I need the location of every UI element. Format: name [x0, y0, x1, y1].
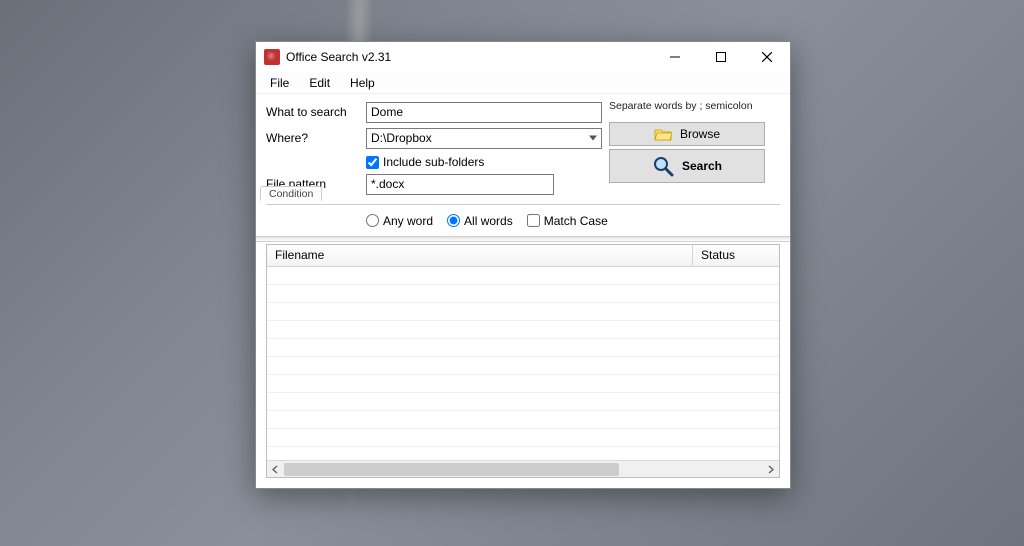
minimize-icon — [670, 52, 680, 62]
what-to-search-label: What to search — [266, 105, 366, 119]
browse-button[interactable]: Browse — [609, 122, 765, 146]
include-subfolders-checkbox[interactable] — [366, 156, 379, 169]
window-controls — [652, 42, 790, 72]
chevron-right-icon — [767, 465, 774, 474]
menu-file[interactable]: File — [260, 74, 299, 92]
include-subfolders-label: Include sub-folders — [383, 155, 484, 169]
menu-bar: File Edit Help — [256, 72, 790, 94]
what-to-search-input[interactable] — [366, 102, 602, 123]
table-row — [267, 411, 779, 429]
table-row — [267, 285, 779, 303]
all-words-wrap[interactable]: All words — [447, 214, 513, 228]
search-icon — [652, 155, 674, 177]
maximize-button[interactable] — [698, 42, 744, 72]
title-bar[interactable]: Office Search v2.31 — [256, 42, 790, 72]
app-icon — [264, 49, 280, 65]
search-label: Search — [682, 159, 722, 173]
table-row — [267, 339, 779, 357]
menu-help[interactable]: Help — [340, 74, 385, 92]
scroll-right-button[interactable] — [762, 462, 779, 477]
column-filename[interactable]: Filename — [267, 245, 693, 266]
maximize-icon — [716, 52, 726, 62]
table-row — [267, 375, 779, 393]
horizontal-scrollbar[interactable] — [267, 460, 779, 477]
table-row — [267, 429, 779, 447]
any-word-wrap[interactable]: Any word — [366, 214, 433, 228]
condition-tab[interactable]: Condition — [260, 186, 322, 201]
close-icon — [762, 52, 772, 62]
match-case-checkbox[interactable] — [527, 214, 540, 227]
include-subfolders-wrap[interactable]: Include sub-folders — [366, 155, 484, 169]
results-body[interactable] — [267, 267, 779, 460]
file-pattern-input[interactable] — [366, 174, 554, 195]
scroll-track[interactable] — [284, 462, 762, 477]
table-row — [267, 321, 779, 339]
search-button[interactable]: Search — [609, 149, 765, 183]
app-window: Office Search v2.31 File Edit Help Separ… — [255, 41, 791, 489]
minimize-button[interactable] — [652, 42, 698, 72]
all-words-radio[interactable] — [447, 214, 460, 227]
window-title: Office Search v2.31 — [286, 50, 652, 64]
table-row — [267, 393, 779, 411]
all-words-label: All words — [464, 214, 513, 228]
table-row — [267, 357, 779, 375]
condition-group: Any word All words Match Case — [266, 204, 780, 230]
folder-icon — [654, 127, 672, 141]
browse-label: Browse — [680, 127, 720, 141]
where-combo-wrap — [366, 128, 602, 149]
results-panel: Filename Status — [266, 244, 780, 478]
any-word-label: Any word — [383, 214, 433, 228]
where-combo[interactable] — [366, 128, 602, 149]
table-row — [267, 267, 779, 285]
scroll-thumb[interactable] — [284, 463, 619, 476]
match-case-label: Match Case — [544, 214, 608, 228]
scroll-left-button[interactable] — [267, 462, 284, 477]
results-header: Filename Status — [267, 245, 779, 267]
close-button[interactable] — [744, 42, 790, 72]
search-form: Separate words by ; semicolon Browse Sea… — [256, 94, 790, 230]
match-case-wrap[interactable]: Match Case — [527, 214, 608, 228]
hint-text: Separate words by ; semicolon — [609, 100, 753, 112]
separator — [256, 236, 790, 242]
menu-edit[interactable]: Edit — [299, 74, 340, 92]
table-row — [267, 303, 779, 321]
any-word-radio[interactable] — [366, 214, 379, 227]
where-label: Where? — [266, 131, 366, 145]
column-status[interactable]: Status — [693, 245, 779, 266]
chevron-left-icon — [272, 465, 279, 474]
